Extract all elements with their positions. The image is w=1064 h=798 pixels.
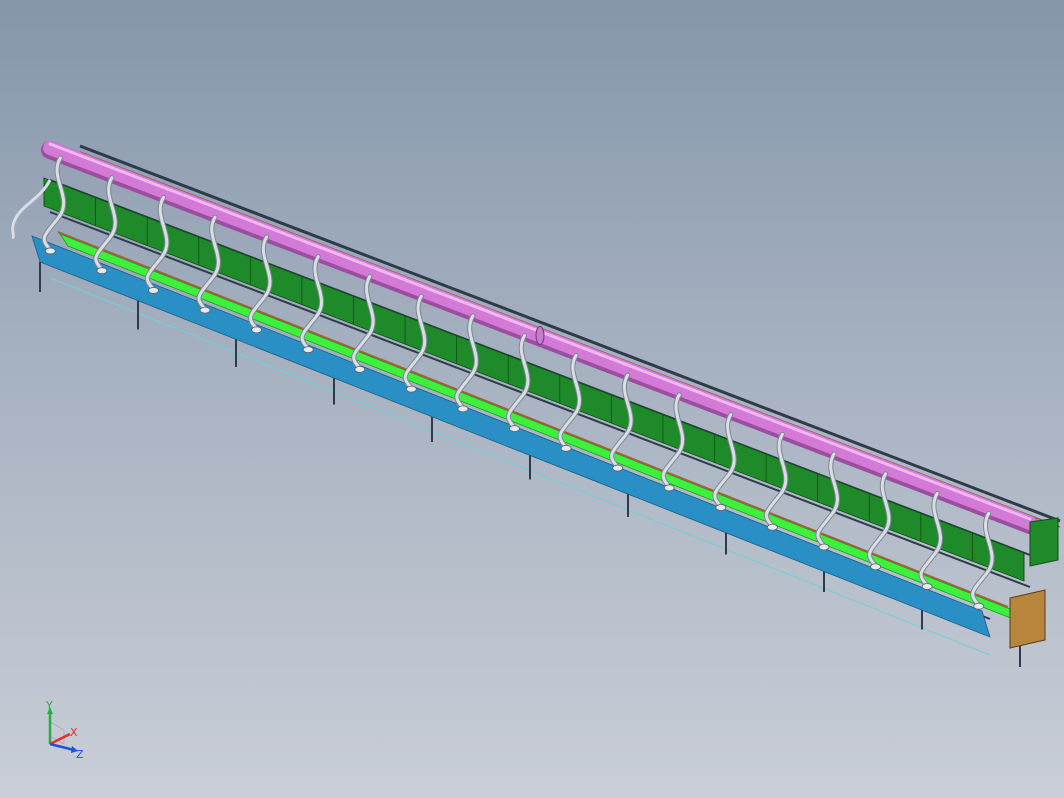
- end-panel: [1029, 517, 1059, 567]
- triad-y-label: Y: [45, 700, 53, 712]
- triad-icon: Y X Z: [45, 699, 84, 761]
- hose-nozzle: [612, 464, 624, 472]
- hose-nozzle: [560, 444, 572, 452]
- hose-nozzle: [818, 543, 830, 551]
- graphics-viewport[interactable]: Y X Z: [0, 0, 1064, 798]
- hose-nozzle: [663, 484, 675, 492]
- hose-nozzle: [251, 326, 263, 334]
- lower-shelf: [31, 235, 991, 638]
- hose-nozzle: [973, 602, 985, 610]
- hose-nozzle: [870, 563, 881, 571]
- hose-nozzle: [302, 346, 314, 354]
- end-hose: [11, 179, 52, 240]
- triad-x-label: X: [70, 726, 78, 739]
- triad-z-label: Z: [76, 748, 84, 761]
- hose-nozzle: [921, 583, 933, 590]
- back-panel-band: [43, 177, 1025, 582]
- hose-nozzle: [715, 504, 727, 511]
- cad-model-view[interactable]: [0, 0, 1064, 798]
- hose-nozzle: [96, 267, 108, 275]
- duct-joint: [535, 326, 545, 345]
- hose-nozzle: [148, 287, 159, 294]
- overhead-duct: [41, 141, 1039, 534]
- coordinate-triad: Y X Z: [36, 699, 96, 764]
- end-cabinet-box: [1009, 589, 1046, 649]
- hose-nozzle: [354, 365, 366, 373]
- conveyor-wood-edge: [57, 231, 1009, 608]
- hose-nozzle: [767, 523, 778, 531]
- hose-nozzle: [509, 425, 520, 432]
- shelf-surface: [31, 235, 991, 638]
- hose-nozzle: [405, 385, 417, 393]
- triad-z-axis: [49, 742, 75, 752]
- back-panels: [43, 177, 1025, 582]
- hose-nozzle: [199, 306, 211, 314]
- hose-nozzle: [44, 247, 56, 255]
- hose-nozzle: [457, 405, 469, 413]
